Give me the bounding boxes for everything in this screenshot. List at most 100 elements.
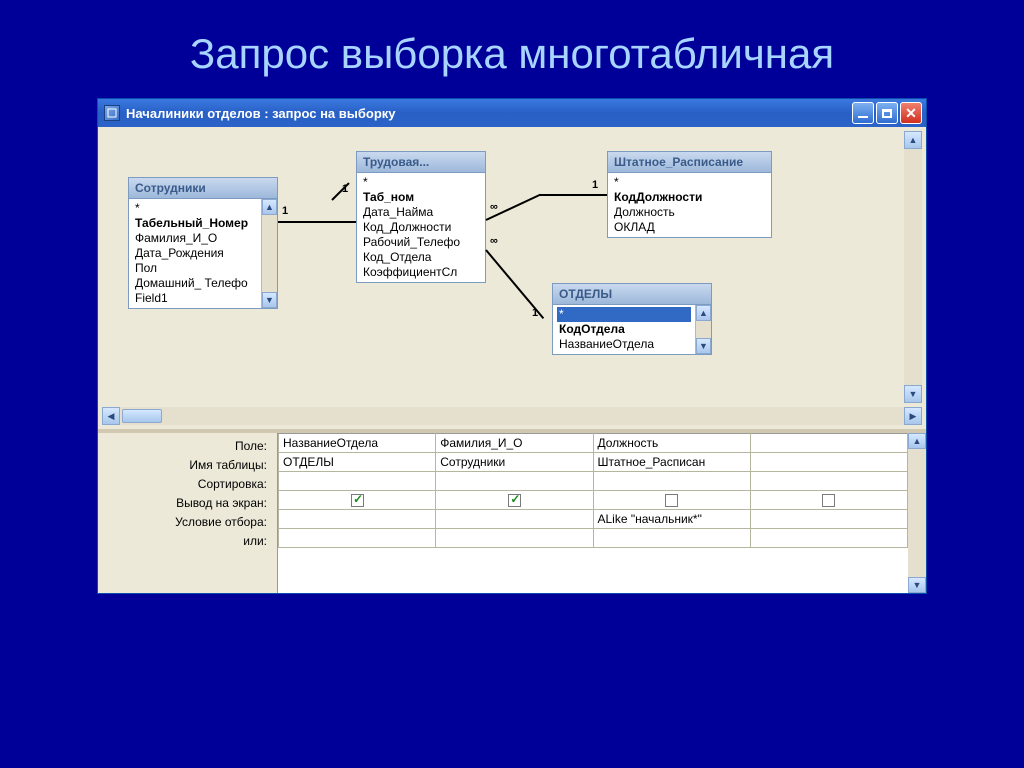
grid-row-labels: Поле: Имя таблицы: Сортировка: Вывод на … <box>98 433 278 593</box>
pane-hscrollbar[interactable]: ◀ ▶ <box>102 407 922 425</box>
table-employees[interactable]: Сотрудники * Табельный_Номер Фамилия_И_О… <box>128 177 278 309</box>
pane-vscrollbar[interactable]: ▲ ▼ <box>904 131 922 403</box>
field-item[interactable]: * <box>612 175 767 190</box>
grid-cell-criteria[interactable] <box>279 510 436 529</box>
field-item[interactable]: КоэффициентСл <box>361 265 481 280</box>
field-list[interactable]: * Табельный_Номер Фамилия_И_О Дата_Рожде… <box>129 199 261 308</box>
scroll-left-icon[interactable]: ◀ <box>102 407 120 425</box>
grid-cell-or[interactable] <box>279 529 436 548</box>
scroll-down-icon[interactable]: ▼ <box>262 292 277 308</box>
grid-cell-show[interactable] <box>279 491 436 510</box>
maximize-button[interactable] <box>876 102 898 124</box>
cardinality-label: 1 <box>532 307 538 319</box>
minimize-button[interactable] <box>852 102 874 124</box>
field-item[interactable]: Должность <box>612 205 767 220</box>
field-item[interactable]: * <box>133 201 257 216</box>
show-checkbox[interactable] <box>665 494 678 507</box>
label-show: Вывод на экран: <box>98 494 271 513</box>
grid-cell-criteria[interactable] <box>436 510 593 529</box>
grid-cell-criteria[interactable] <box>750 510 907 529</box>
relationships-pane: Сотрудники * Табельный_Номер Фамилия_И_О… <box>98 127 926 433</box>
field-list[interactable]: * Таб_ном Дата_Найма Код_Должности Рабоч… <box>357 173 485 282</box>
label-or: или: <box>98 532 271 551</box>
list-scrollbar[interactable]: ▲ ▼ <box>261 199 277 308</box>
label-criteria: Условие отбора: <box>98 513 271 532</box>
cardinality-label: 1 <box>592 179 598 191</box>
scroll-up-icon[interactable]: ▲ <box>908 433 926 449</box>
grid-cell-sort[interactable] <box>436 472 593 491</box>
grid-cell-show[interactable] <box>750 491 907 510</box>
field-item[interactable]: Табельный_Номер <box>133 216 257 231</box>
grid-cell-or[interactable] <box>436 529 593 548</box>
field-item[interactable]: Дата_Рождения <box>133 246 257 261</box>
grid-cell-show[interactable] <box>436 491 593 510</box>
grid-cell-field[interactable]: НазваниеОтдела <box>279 434 436 453</box>
list-scrollbar[interactable]: ▲ ▼ <box>695 305 711 354</box>
field-item[interactable]: КодДолжности <box>612 190 767 205</box>
grid-cell-criteria[interactable]: ALike "начальник*" <box>593 510 750 529</box>
window-title: Началиники отделов : запрос на выборку <box>126 106 852 121</box>
table-schedule[interactable]: Штатное_Расписание * КодДолжности Должно… <box>607 151 772 238</box>
cardinality-label: ∞ <box>490 235 498 247</box>
field-item[interactable]: Field1 <box>133 291 257 306</box>
query-designer-window: Началиники отделов : запрос на выборку ✕… <box>97 98 927 594</box>
grid-cell-or[interactable] <box>593 529 750 548</box>
scroll-up-icon[interactable]: ▲ <box>904 131 922 149</box>
table-title: Трудовая... <box>357 152 485 173</box>
app-icon <box>104 105 120 121</box>
close-button[interactable]: ✕ <box>900 102 922 124</box>
table-depts[interactable]: ОТДЕЛЫ * КодОтдела НазваниеОтдела ▲ ▼ <box>552 283 712 355</box>
field-item[interactable]: * <box>557 307 691 322</box>
field-item[interactable]: Дата_Найма <box>361 205 481 220</box>
relation-line <box>485 249 529 301</box>
grid-cell-field[interactable]: Должность <box>593 434 750 453</box>
field-item[interactable]: Пол <box>133 261 257 276</box>
show-checkbox[interactable] <box>351 494 364 507</box>
scroll-thumb[interactable] <box>122 409 162 423</box>
design-grid: Поле: Имя таблицы: Сортировка: Вывод на … <box>98 433 926 593</box>
grid-cell-sort[interactable] <box>593 472 750 491</box>
table-labor[interactable]: Трудовая... * Таб_ном Дата_Найма Код_Дол… <box>356 151 486 283</box>
field-item[interactable]: Домашний_ Телефо <box>133 276 257 291</box>
grid-cell-table[interactable]: ОТДЕЛЫ <box>279 453 436 472</box>
grid-cell-sort[interactable] <box>279 472 436 491</box>
grid-cell-show[interactable] <box>593 491 750 510</box>
table-title: Сотрудники <box>129 178 277 199</box>
field-item[interactable]: Рабочий_Телефо <box>361 235 481 250</box>
grid-vscrollbar[interactable]: ▲ ▼ <box>908 433 926 593</box>
scroll-up-icon[interactable]: ▲ <box>262 199 277 215</box>
field-list[interactable]: * КодОтдела НазваниеОтдела <box>553 305 695 354</box>
scroll-down-icon[interactable]: ▼ <box>696 338 711 354</box>
grid-cell-field[interactable] <box>750 434 907 453</box>
field-list[interactable]: * КодДолжности Должность ОКЛАД <box>608 173 771 237</box>
field-item[interactable]: * <box>361 175 481 190</box>
grid-table[interactable]: НазваниеОтдела Фамилия_И_О Должность ОТД… <box>278 433 908 548</box>
grid-cell-sort[interactable] <box>750 472 907 491</box>
slide-title: Запрос выборка многотабличная <box>0 0 1024 98</box>
field-item[interactable]: Таб_ном <box>361 190 481 205</box>
scroll-down-icon[interactable]: ▼ <box>908 577 926 593</box>
scroll-up-icon[interactable]: ▲ <box>696 305 711 321</box>
window-titlebar[interactable]: Началиники отделов : запрос на выборку ✕ <box>98 99 926 127</box>
scroll-right-icon[interactable]: ▶ <box>904 407 922 425</box>
grid-cell-table[interactable] <box>750 453 907 472</box>
label-sort: Сортировка: <box>98 475 271 494</box>
cardinality-label: 1 <box>282 205 288 217</box>
label-table: Имя таблицы: <box>98 456 271 475</box>
grid-cell-field[interactable]: Фамилия_И_О <box>436 434 593 453</box>
field-item[interactable]: КодОтдела <box>557 322 691 337</box>
table-title: ОТДЕЛЫ <box>553 284 711 305</box>
cardinality-label: ∞ <box>490 201 498 213</box>
show-checkbox[interactable] <box>508 494 521 507</box>
field-item[interactable]: ОКЛАД <box>612 220 767 235</box>
scroll-down-icon[interactable]: ▼ <box>904 385 922 403</box>
field-item[interactable]: НазваниеОтдела <box>557 337 691 352</box>
show-checkbox[interactable] <box>822 494 835 507</box>
field-item[interactable]: Код_Должности <box>361 220 481 235</box>
relation-line <box>540 194 607 196</box>
field-item[interactable]: Код_Отдела <box>361 250 481 265</box>
field-item[interactable]: Фамилия_И_О <box>133 231 257 246</box>
grid-cell-table[interactable]: Сотрудники <box>436 453 593 472</box>
grid-cell-table[interactable]: Штатное_Расписан <box>593 453 750 472</box>
grid-cell-or[interactable] <box>750 529 907 548</box>
